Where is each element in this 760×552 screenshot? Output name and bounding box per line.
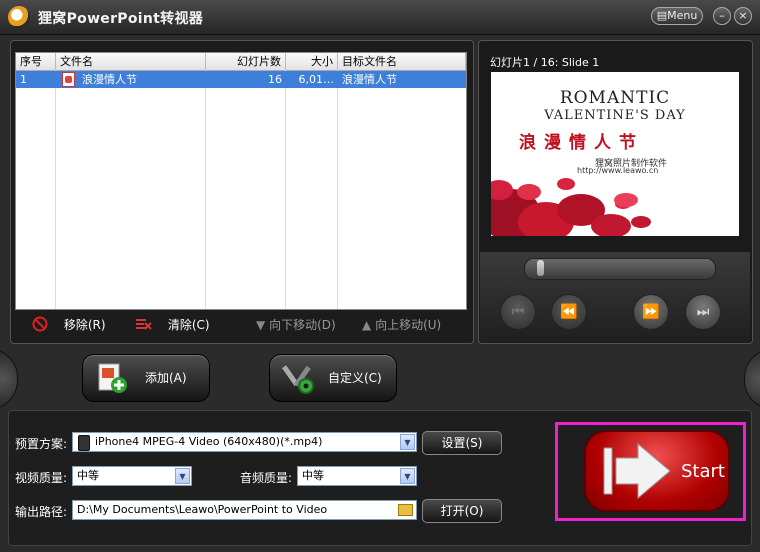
remove-icon [32, 316, 48, 332]
fast-forward-icon: ⏩ [642, 304, 660, 320]
left-decoration [0, 348, 18, 410]
chevron-down-icon: ▼ [175, 468, 190, 484]
move-down-label: 向下移动(D) [269, 318, 336, 332]
remove-button[interactable]: 移除(R) [32, 316, 106, 334]
slide-chinese-title: 浪漫情人节 [519, 133, 644, 153]
slide-counter: 幻灯片1 / 16: Slide 1 [490, 56, 600, 69]
move-down-icon: ▼ [256, 318, 266, 332]
prev-track-icon: ⏮ [511, 304, 525, 320]
clear-button[interactable]: 清除(C) [134, 316, 210, 334]
column-divider [285, 70, 286, 309]
app-logo-icon [8, 6, 30, 28]
open-folder-button[interactable]: 打开(O) [422, 499, 502, 523]
column-header-slides[interactable]: 幻灯片数 [206, 53, 286, 70]
add-file-icon [98, 363, 127, 393]
move-up-label: 向上移动(U) [375, 318, 442, 332]
rewind-button[interactable]: ⏪ [551, 294, 587, 330]
column-divider [337, 70, 338, 309]
prev-track-button[interactable]: ⏮ [500, 294, 536, 330]
fast-forward-button[interactable]: ⏩ [633, 294, 669, 330]
rewind-icon: ⏪ [560, 304, 578, 320]
clear-icon [136, 319, 152, 330]
video-quality-label: 视频质量: [15, 471, 68, 485]
preset-label: 预置方案: [15, 437, 68, 451]
slide-title-line1: ROMANTIC [559, 88, 671, 108]
column-header-file-name[interactable]: 文件名 [56, 53, 206, 70]
output-path-label: 输出路径: [15, 505, 68, 519]
cell-index: 1 [20, 73, 27, 86]
menu-button-label: Menu [667, 9, 698, 22]
right-decoration [744, 348, 760, 410]
customize-tools-icon [282, 365, 314, 394]
move-down-button[interactable]: ▼ 向下移动(D) [256, 316, 336, 334]
cell-target-name: 浪漫情人节 [342, 73, 397, 86]
audio-quality-value: 中等 [302, 469, 324, 482]
audio-quality-label: 音频质量: [240, 471, 293, 485]
cell-size: 6,01… [298, 73, 335, 86]
seek-thumb[interactable] [537, 260, 544, 276]
column-divider [55, 70, 56, 309]
start-arrow-icon [603, 442, 671, 500]
chevron-down-icon: ▼ [400, 434, 415, 450]
table-row[interactable]: 1 浪漫情人节 16 6,01… 浪漫情人节 [16, 71, 466, 88]
column-header-index[interactable]: 序号 [16, 53, 56, 70]
video-quality-select[interactable]: 中等 ▼ [72, 466, 192, 486]
next-track-icon: ⏭ [696, 304, 710, 320]
add-button-label: 添加(A) [145, 371, 187, 385]
app-title: 狸窝PowerPoint转视器 [38, 11, 204, 27]
preset-select[interactable]: iPhone4 MPEG-4 Video (640x480)(*.mp4) ▼ [72, 432, 417, 452]
output-path-value: D:\My Documents\Leawo\PowerPoint to Vide… [77, 503, 328, 516]
column-divider [205, 70, 206, 309]
add-button[interactable]: 添加(A) [82, 354, 210, 402]
move-up-icon: ▲ [362, 318, 372, 332]
menu-button[interactable]: ▤Menu [651, 7, 703, 25]
seek-bar[interactable] [524, 258, 716, 280]
preset-value: iPhone4 MPEG-4 Video (640x480)(*.mp4) [95, 435, 323, 448]
customize-button-label: 自定义(C) [328, 371, 382, 385]
rose-petals-image [491, 178, 651, 236]
cell-slides: 16 [268, 73, 282, 86]
powerpoint-file-icon [62, 72, 75, 87]
next-track-button[interactable]: ⏭ [685, 294, 721, 330]
table-header: 序号 文件名 幻灯片数 大小 目标文件名 [16, 53, 466, 71]
minimize-button[interactable]: – [713, 7, 731, 25]
slide-preview-image: ROMANTIC VALENTINE'S DAY 浪漫情人节 狸窝照片制作软件 … [491, 72, 739, 236]
video-quality-value: 中等 [77, 469, 99, 482]
start-button-label: Start [681, 461, 725, 482]
remove-label: 移除(R) [63, 318, 106, 332]
chevron-down-icon: ▼ [400, 468, 415, 484]
close-button[interactable]: × [734, 7, 752, 25]
file-table[interactable]: 序号 文件名 幻灯片数 大小 目标文件名 1 浪漫情人节 16 6,01… 浪漫… [15, 52, 467, 310]
customize-button[interactable]: 自定义(C) [269, 354, 397, 402]
column-header-size[interactable]: 大小 [286, 53, 338, 70]
audio-quality-select[interactable]: 中等 ▼ [297, 466, 417, 486]
cell-file-name: 浪漫情人节 [82, 73, 137, 86]
move-up-button[interactable]: ▲ 向上移动(U) [362, 316, 441, 334]
menu-icon: ▤ [656, 9, 668, 22]
clear-label: 清除(C) [167, 318, 210, 332]
slide-title-line2: VALENTINE'S DAY [544, 108, 686, 123]
iphone-icon [78, 435, 90, 451]
column-header-target-name[interactable]: 目标文件名 [338, 53, 466, 70]
settings-button[interactable]: 设置(S) [422, 431, 502, 455]
folder-icon[interactable] [398, 504, 413, 516]
output-path-input[interactable]: D:\My Documents\Leawo\PowerPoint to Vide… [72, 500, 417, 520]
